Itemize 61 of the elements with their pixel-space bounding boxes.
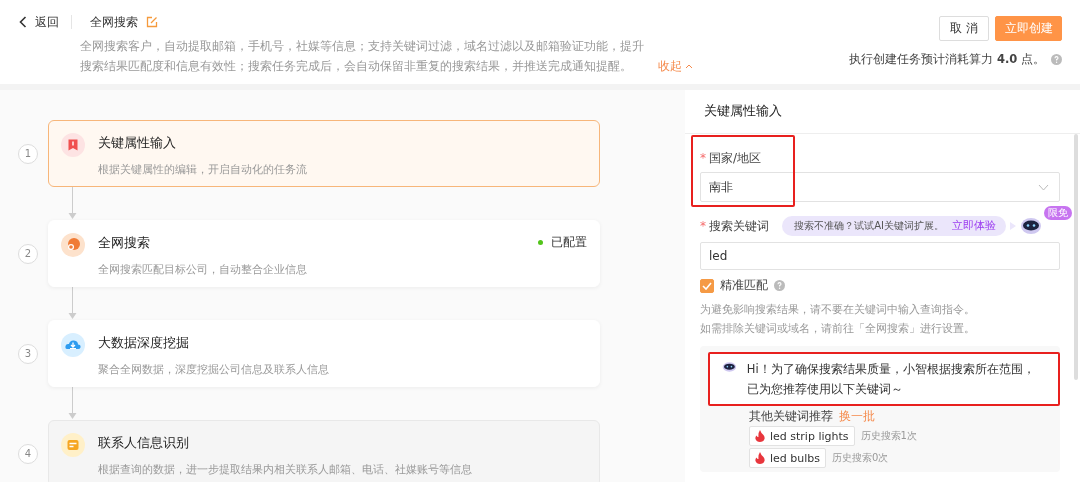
- back-link[interactable]: 返回: [19, 13, 59, 31]
- card-icon: [61, 433, 85, 457]
- edit-icon[interactable]: [146, 16, 158, 28]
- step-number: 2: [18, 243, 38, 264]
- help-icon[interactable]: [1051, 54, 1062, 65]
- step-description: 根据查询的数据，进一步提取结果内相关联系人邮箱、电话、社媒账号等信息: [98, 462, 472, 477]
- caret-icon: [685, 63, 693, 69]
- keyword-input[interactable]: led: [700, 242, 1060, 270]
- search-history-count: 历史搜索1次: [860, 429, 917, 443]
- field-label: 搜索关键词: [709, 217, 769, 235]
- connector-arrow: [68, 187, 77, 220]
- keyword-chip[interactable]: led strip lights: [749, 426, 855, 446]
- cancel-button[interactable]: 取 消: [939, 16, 989, 41]
- required-mark: *: [700, 151, 706, 165]
- cost-note: 执行创建任务预计消耗算力 4.0 点。: [849, 52, 1045, 67]
- back-icon: [19, 16, 27, 28]
- step-description: 全网搜索匹配目标公司，自动整合企业信息: [98, 262, 307, 277]
- required-mark: *: [700, 219, 706, 233]
- bubble-tail-icon: [1010, 222, 1016, 230]
- step-number: 4: [18, 443, 38, 464]
- search-history-count: 历史搜索0次: [832, 451, 889, 465]
- select-value: 南非: [709, 178, 733, 196]
- flame-icon: [755, 430, 765, 442]
- step-card[interactable]: 全网搜索 全网搜索匹配目标公司，自动整合企业信息 已配置: [48, 220, 600, 287]
- hint-text: 如需排除关键词或域名，请前往「全网搜索」进行设置。: [700, 321, 976, 337]
- robot-icon: [722, 359, 737, 375]
- bookmark-icon: [61, 133, 85, 157]
- page-title: 全网搜索: [90, 13, 138, 31]
- cloud-download-icon: [61, 333, 85, 357]
- help-icon[interactable]: [774, 280, 785, 291]
- hint-text: 为避免影响搜索结果，请不要在关键词中输入查询指令。: [700, 302, 976, 318]
- status-dot: [538, 240, 543, 245]
- keyword-chip[interactable]: led bulbs: [749, 448, 827, 468]
- page-description: 全网搜索客户，自动提取邮箱，手机号，社媒等信息；支持关键词过滤，域名过滤以及邮箱验证功能，提升搜索结果匹配度和信息有效性；搜索任务完成后，会自动保留非重复的搜索结果，并推送完成通知提醒。: [80, 38, 645, 75]
- connector-arrow: [68, 287, 77, 320]
- robot-icon[interactable]: [1020, 217, 1042, 235]
- step-card[interactable]: 大数据深度挖掘 聚合全网数据，深度挖掘公司信息及联系人信息: [48, 320, 600, 387]
- flame-icon: [755, 452, 765, 464]
- suggestions-label: 其他关键词推荐: [749, 409, 833, 424]
- field-label: 国家/地区: [709, 149, 762, 167]
- step-title: 全网搜索: [98, 234, 151, 252]
- step-title: 联系人信息识别: [98, 434, 190, 452]
- free-badge: 限免: [1044, 206, 1072, 220]
- step-number: 1: [18, 143, 38, 164]
- step-title: 大数据深度挖掘: [98, 334, 190, 352]
- assistant-message: Hi！为了确保搜索结果质量，小智根据搜索所在范围，已为您推荐使用以下关键词～: [746, 361, 1036, 398]
- connector-arrow: [68, 387, 77, 420]
- step-number: 3: [18, 343, 38, 364]
- step-description: 聚合全网数据，深度挖掘公司信息及联系人信息: [98, 362, 329, 377]
- step-description: 根据关键属性的编辑，开启自动化的任务流: [98, 162, 307, 177]
- country-select[interactable]: 南非: [700, 172, 1060, 202]
- checkbox-label: 精准匹配: [720, 277, 768, 294]
- checkbox[interactable]: [700, 278, 714, 293]
- panel-title: 关键属性输入: [685, 90, 1080, 134]
- status-label: 已配置: [551, 234, 587, 251]
- step-title: 关键属性输入: [98, 134, 177, 152]
- try-now-link[interactable]: 立即体验: [952, 219, 996, 233]
- step-card[interactable]: 关键属性输入 根据关键属性的编辑，开启自动化的任务流: [48, 120, 600, 187]
- chevron-down-icon: [1038, 183, 1049, 191]
- scrollbar[interactable]: [1074, 134, 1078, 380]
- ai-tip-text: 搜索不准确？试试AI关键词扩展。: [794, 219, 944, 233]
